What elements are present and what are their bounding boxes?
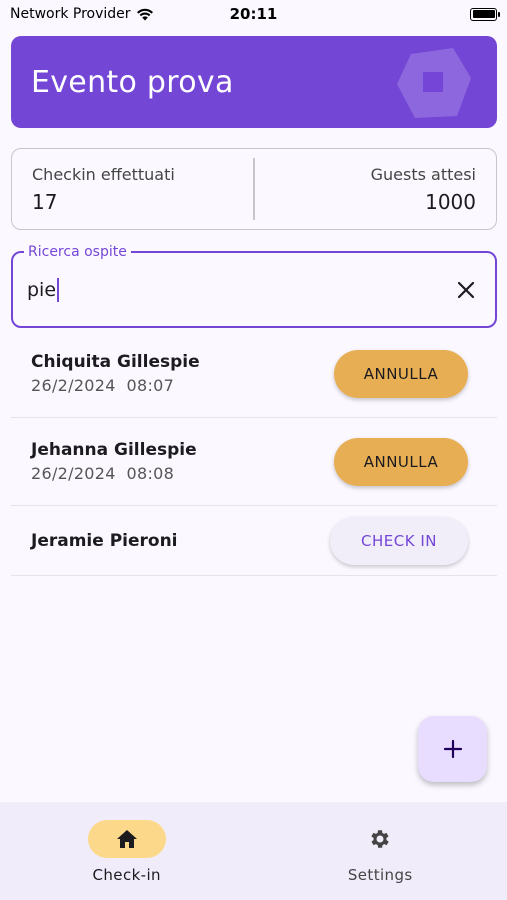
annulla-button[interactable]: ANNULLA xyxy=(334,437,468,486)
checkin-label: Checkin effettuati xyxy=(32,164,175,184)
check-in-button[interactable]: CHECK IN xyxy=(330,516,468,565)
search-input[interactable]: pie xyxy=(27,277,451,302)
guest-info: Jehanna Gillespie 26/2/2024 08:08 xyxy=(31,440,197,483)
search-field[interactable]: Ricerca ospite pie xyxy=(11,243,497,328)
guest-info: Chiquita Gillespie 26/2/2024 08:07 xyxy=(31,352,200,395)
guests-stat: Guests attesi 1000 xyxy=(255,149,496,229)
checkin-stat: Checkin effettuati 17 xyxy=(12,149,253,229)
guests-label: Guests attesi xyxy=(370,164,476,184)
guests-value: 1000 xyxy=(425,189,476,214)
battery-icon xyxy=(470,7,500,21)
stats-card: Checkin effettuati 17 Guests attesi 1000 xyxy=(11,148,497,230)
guest-name: Chiquita Gillespie xyxy=(31,352,200,372)
home-icon xyxy=(116,830,137,848)
guest-row: Chiquita Gillespie 26/2/2024 08:07 ANNUL… xyxy=(11,330,497,418)
guest-checkin-time: 26/2/2024 08:07 xyxy=(31,376,200,395)
guest-row: Jeramie Pieroni CHECK IN xyxy=(11,506,497,576)
gear-icon xyxy=(371,830,389,848)
nav-item-settings[interactable]: Settings xyxy=(254,802,507,900)
status-bar: Network Provider 20:11 xyxy=(0,0,507,28)
guest-date: 26/2/2024 xyxy=(31,464,116,483)
add-guest-button[interactable] xyxy=(418,716,487,782)
battery-fill xyxy=(472,10,495,18)
guest-name: Jehanna Gillespie xyxy=(31,440,197,460)
nav-item-check-in[interactable]: Check-in xyxy=(0,802,254,900)
checkin-value: 17 xyxy=(32,189,58,214)
annulla-button[interactable]: ANNULLA xyxy=(334,349,468,398)
guest-date: 26/2/2024 xyxy=(31,376,116,395)
clear-search-button[interactable] xyxy=(451,275,481,305)
guest-hour: 08:07 xyxy=(126,376,175,395)
nav-indicator xyxy=(341,820,419,858)
carrier-text: Network Provider xyxy=(10,6,131,22)
event-title: Evento prova xyxy=(31,64,234,100)
text-caret xyxy=(57,277,60,302)
guest-info: Jeramie Pieroni xyxy=(31,531,178,551)
guest-name: Jeramie Pieroni xyxy=(31,530,178,551)
plus-icon xyxy=(443,739,462,759)
guest-checkin-time: 26/2/2024 08:08 xyxy=(31,464,197,483)
guest-hour: 08:08 xyxy=(126,464,175,483)
close-icon xyxy=(457,281,475,298)
wifi-icon xyxy=(136,8,153,21)
search-label: Ricerca ospite xyxy=(24,243,131,261)
guest-list: Chiquita Gillespie 26/2/2024 08:07 ANNUL… xyxy=(11,330,497,576)
nav-label-settings: Settings xyxy=(347,866,413,884)
status-left: Network Provider xyxy=(10,6,154,22)
search-value: pie xyxy=(27,278,57,301)
nav-indicator xyxy=(87,820,166,858)
logo-watermark-icon xyxy=(397,48,471,118)
nav-label-check-in: Check-in xyxy=(92,866,161,884)
bottom-navigation: Check-in Settings xyxy=(0,802,507,900)
guest-row: Jehanna Gillespie 26/2/2024 08:08 ANNULL… xyxy=(11,418,497,506)
event-header: Evento prova xyxy=(11,36,497,128)
